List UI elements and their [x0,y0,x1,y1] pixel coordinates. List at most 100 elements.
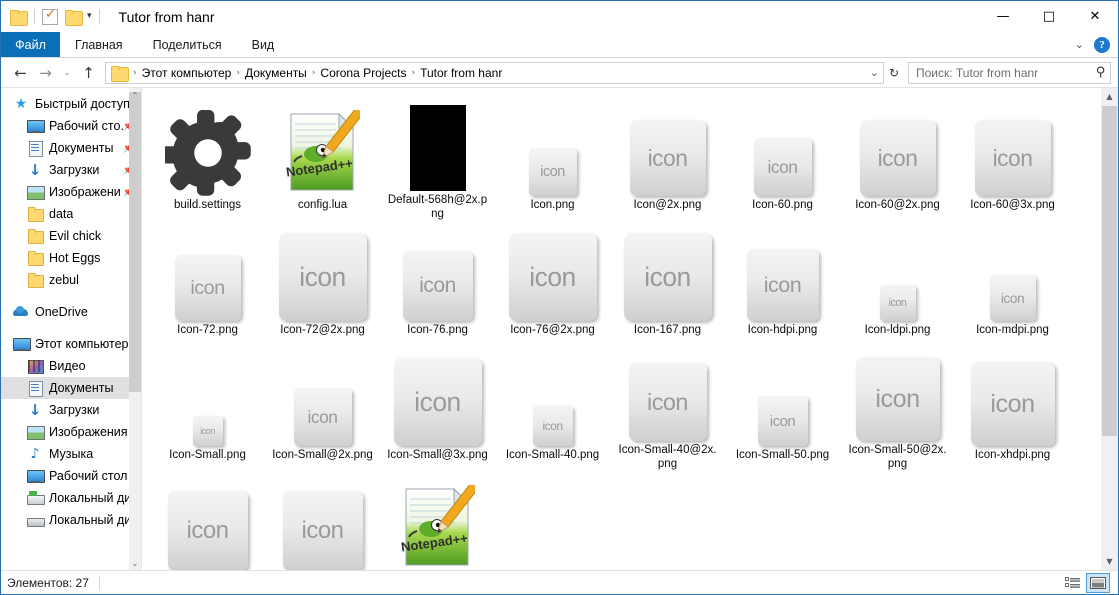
file-thumbnail[interactable]: icon [957,98,1069,196]
search-input[interactable]: Поиск: Tutor from hanr [916,66,1038,80]
file-item[interactable]: icon Icon-72.png [150,221,265,346]
file-thumbnail[interactable]: icon [152,223,264,321]
file-item[interactable]: icon Icon-Small-40.png [495,346,610,471]
back-button[interactable]: ← [8,61,33,85]
scroll-down-arrow-icon[interactable]: ⌄ [129,556,141,570]
breadcrumb-item-documents[interactable]: Документы [241,65,311,81]
maximize-button[interactable]: □ [1026,1,1072,32]
file-thumbnail[interactable]: icon [267,223,379,321]
file-item[interactable]: icon Icon-60@2x.png [840,96,955,221]
file-thumbnail[interactable]: icon [727,223,839,321]
sidebar-item-evil-chick[interactable]: Evil chick [1,225,141,247]
sidebar-item-этот-компьютер[interactable]: Этот компьютер [1,333,141,355]
file-thumbnail[interactable]: Notepad++ [267,98,379,196]
file-item[interactable]: Notepad++main.lua [380,471,495,570]
file-item[interactable]: icon Icon-mdpi.png [955,221,1070,346]
file-item[interactable]: iconIcon-xxxhdpi.png [265,471,380,570]
file-thumbnail[interactable]: icon [267,348,379,446]
file-thumbnail[interactable] [382,98,494,191]
navigation-scrollbar-thumb[interactable] [129,92,141,392]
file-thumbnail[interactable]: icon [497,348,609,446]
sidebar-item-загрузки[interactable]: ↓Загрузки📌 [1,159,141,181]
sidebar-item-документы[interactable]: Документы [1,377,141,399]
file-item[interactable]: icon Icon-Small-50@2x.png [840,346,955,471]
file-item[interactable]: icon Icon-Small@3x.png [380,346,495,471]
refresh-button[interactable]: ↻ [884,62,904,84]
file-item[interactable]: icon Icon@2x.png [610,96,725,221]
file-item[interactable]: icon Icon-72@2x.png [265,221,380,346]
search-box[interactable]: Поиск: Tutor from hanr ⚲ [908,61,1111,84]
file-item[interactable]: icon Icon-Small-40@2x.png [610,346,725,471]
file-item[interactable]: icon Icon-167.png [610,221,725,346]
file-thumbnail[interactable]: icon [152,473,264,570]
sidebar-item-изображени[interactable]: Изображени📌 [1,181,141,203]
sidebar-item-видео[interactable]: Видео [1,355,141,377]
file-item[interactable]: icon Icon-Small-50.png [725,346,840,471]
navigation-scrollbar[interactable]: ⌃ ⌄ [129,88,141,570]
file-item[interactable]: iconIcon-xxhdpi.png [150,471,265,570]
file-item[interactable]: icon Icon.png [495,96,610,221]
address-dropdown-icon[interactable]: ⌄ [870,66,879,79]
up-button[interactable]: ↑ [76,61,101,85]
file-thumbnail[interactable] [152,98,264,196]
tab-home[interactable]: Главная [60,32,138,57]
close-button[interactable]: ✕ [1072,1,1118,32]
breadcrumb-item-current[interactable]: Tutor from hanr [416,65,506,81]
help-icon[interactable]: ? [1094,36,1110,53]
file-thumbnail[interactable]: icon [612,98,724,196]
file-thumbnail[interactable]: icon [842,348,954,441]
file-item[interactable]: icon Icon-Small.png [150,346,265,471]
content-scroll-down-icon[interactable]: ▼ [1101,553,1118,570]
file-thumbnail[interactable]: icon [497,98,609,196]
file-thumbnail[interactable]: icon [842,223,954,321]
file-thumbnail[interactable]: icon [727,348,839,446]
file-item[interactable]: icon Icon-60@3x.png [955,96,1070,221]
breadcrumb-folder-icon[interactable] [111,65,129,82]
sidebar-item-загрузки[interactable]: ↓ Загрузки [1,399,141,421]
file-thumbnail[interactable]: icon [382,348,494,446]
file-thumbnail[interactable]: icon [382,223,494,321]
sidebar-item-быстрый-доступ[interactable]: ★ Быстрый доступ [1,93,141,115]
file-thumbnail[interactable]: icon [727,98,839,196]
file-item[interactable]: icon Icon-76.png [380,221,495,346]
content-scroll-up-icon[interactable]: ▲ [1101,88,1118,105]
sidebar-item-музыка[interactable]: ♪ Музыка [1,443,141,465]
tab-file[interactable]: Файл [1,32,60,57]
details-view-icon[interactable] [1061,573,1083,593]
sidebar-item-изображения[interactable]: Изображения [1,421,141,443]
file-thumbnail[interactable]: icon [957,223,1069,321]
file-item[interactable]: Notepad++ config.lua [265,96,380,221]
breadcrumb-item-corona-projects[interactable]: Corona Projects [316,65,410,81]
sidebar-item-onedrive[interactable]: OneDrive [1,301,141,323]
file-thumbnail[interactable]: icon [842,98,954,196]
chevron-down-icon[interactable]: ⌄ [1075,38,1084,51]
file-thumbnail[interactable]: Notepad++ [382,473,494,570]
file-item[interactable]: icon Icon-hdpi.png [725,221,840,346]
large-icons-view-icon[interactable] [1086,572,1110,593]
file-thumbnail[interactable]: icon [152,348,264,446]
file-thumbnail[interactable]: icon [957,348,1069,446]
file-item[interactable]: Default-568h@2x.png [380,96,495,221]
file-item[interactable]: icon Icon-ldpi.png [840,221,955,346]
sidebar-item-data[interactable]: data [1,203,141,225]
sidebar-item-локальный-дис[interactable]: Локальный дис [1,509,141,531]
sidebar-item-hot-eggs[interactable]: Hot Eggs [1,247,141,269]
sidebar-item-локальный-дис[interactable]: Локальный дис [1,487,141,509]
file-item[interactable]: build.settings [150,96,265,221]
new-folder-icon[interactable] [65,9,83,26]
sidebar-item-рабочий-сто[interactable]: Рабочий сто.📌 [1,115,141,137]
scroll-up-arrow-icon[interactable]: ⌃ [129,88,141,102]
minimize-button[interactable]: — [980,1,1026,32]
file-item[interactable]: icon Icon-Small@2x.png [265,346,380,471]
content-scrollbar-thumb[interactable] [1102,106,1117,436]
breadcrumb-item-this-pc[interactable]: Этот компьютер [138,65,236,81]
file-item[interactable]: icon Icon-76@2x.png [495,221,610,346]
file-item[interactable]: icon Icon-xhdpi.png [955,346,1070,471]
file-item[interactable]: icon Icon-60.png [725,96,840,221]
recent-locations-button[interactable]: ⌄ [58,61,76,85]
sidebar-item-документы[interactable]: Документы📌 [1,137,141,159]
qat-customize-caret-icon[interactable]: ▾ [87,12,92,21]
file-thumbnail[interactable]: icon [612,223,724,321]
forward-button[interactable]: → [33,61,58,85]
file-thumbnail[interactable]: icon [497,223,609,321]
